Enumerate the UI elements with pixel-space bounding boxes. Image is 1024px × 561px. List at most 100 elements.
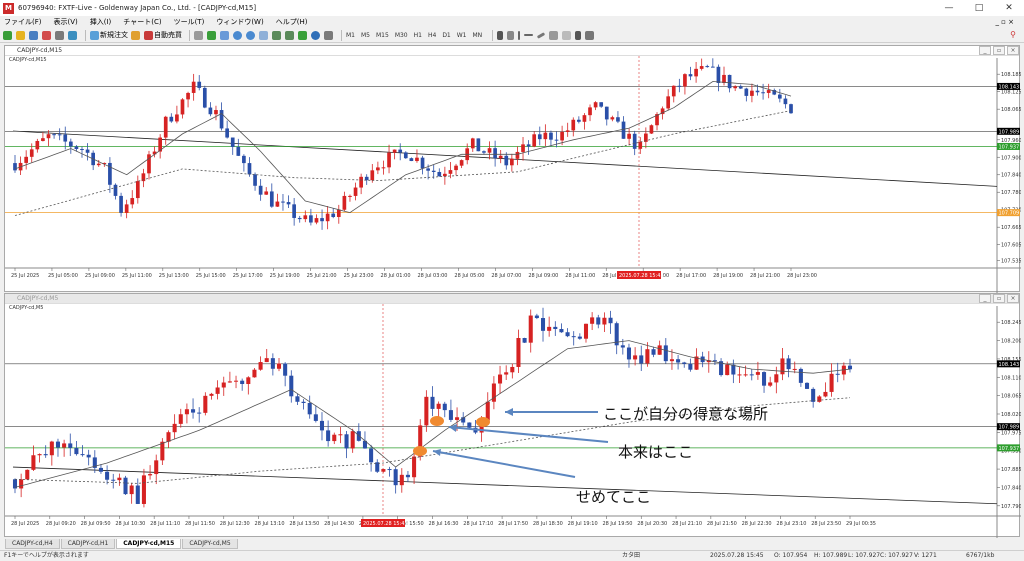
candle-body [29,149,34,157]
search-icon[interactable]: ⚲ [1006,30,1020,41]
new-order-icon [90,30,99,40]
timeframe-m30[interactable]: M30 [395,29,408,41]
candle-body [203,395,208,413]
candle-body [276,363,282,369]
timeframe-m15[interactable]: M15 [376,29,389,41]
candle-body [688,363,693,370]
timeframe-h1[interactable]: H1 [414,29,422,41]
market-watch-icon [29,30,38,40]
tile-button[interactable] [259,29,269,41]
timeframe-w1[interactable]: W1 [457,29,467,41]
profiles-button[interactable] [16,29,26,41]
chart-shift-icon [272,30,281,40]
trendline-tool[interactable] [536,29,546,41]
new-order-button[interactable]: 新規注文 [90,29,128,41]
candle-body [154,460,159,475]
candle-body [669,359,674,362]
minimize-button[interactable]: — [934,0,964,16]
time-tick-label: 25 Jul 2025 [11,273,39,279]
timeframe-m5[interactable]: M5 [361,29,370,41]
channel-tool[interactable] [549,29,559,41]
vertical-line-tool[interactable] [518,29,521,41]
text-tool-icon [575,30,582,40]
chart-window-m15[interactable]: CADJPY-cd,M15 _ ▫ × 108.185 108.125 108.06… [4,45,1021,293]
tester-button[interactable] [68,29,78,41]
menu-window[interactable]: ウィンドウ(W) [216,17,263,27]
zoom-out-button[interactable] [246,29,256,41]
time-tick-label: 28 Jul 23:10 [776,521,806,527]
horizontal-line-tool[interactable] [524,29,534,41]
candle-body [52,134,56,136]
candle-body [467,422,472,428]
fibonacci-tool[interactable] [562,29,572,41]
templates-button[interactable] [324,29,334,41]
candle-body [117,477,122,481]
candle-body [221,382,226,388]
candle-body [498,155,503,159]
candle-body [307,402,312,415]
time-tick-label: 25 Jul 23:00 [344,273,374,279]
candle-body [593,102,598,108]
tab-cadjpy-h4[interactable]: CADJPY-cd,H4 [5,538,60,549]
periods-button[interactable] [311,29,321,41]
time-tick-label: 28 Jul 23:50 [811,521,841,527]
auto-trade-button[interactable]: 自動売買 [144,29,182,41]
candle-body [415,157,419,162]
text-tool[interactable] [575,29,582,41]
candle-body [608,317,613,324]
candle-body [292,204,296,218]
candle-body [510,366,515,373]
candle-body [620,345,625,348]
candle-body [163,116,168,138]
tab-cadjpy-m5[interactable]: CADJPY-cd,M5 [182,538,238,549]
candle-body [41,138,45,141]
candle-body [105,471,110,480]
navigator-button[interactable] [42,29,52,41]
line-chart-button[interactable] [220,29,230,41]
timeframe-m1[interactable]: M1 [346,29,355,41]
price-chart-m15[interactable]: 108.185 108.125 108.065 107.960 107.900 107.8… [5,46,1021,293]
tab-cadjpy-m15[interactable]: CADJPY-cd,M15 [116,538,182,549]
cursor-time-label: 2025.07.28 15:45 [363,521,408,527]
tab-cadjpy-h1[interactable]: CADJPY-cd,H1 [60,538,116,549]
price-chart-m5[interactable]: 108.245108.200108.155108.110108.065108.0… [5,294,1021,538]
menu-help[interactable]: ヘルプ(H) [276,17,308,27]
timeframe-d1[interactable]: D1 [442,29,450,41]
close-button[interactable]: ✕ [994,0,1024,16]
horizontal-line-icon [524,34,534,36]
child-window-controls[interactable]: _ ▫ × [995,18,1014,26]
menu-chart[interactable]: チャート(C) [123,17,161,27]
candle-body [236,146,241,156]
candle-chart-button[interactable] [207,29,217,41]
maximize-button[interactable]: □ [964,0,994,16]
menu-tools[interactable]: ツール(T) [174,17,205,27]
zoom-out-icon [246,30,255,40]
zoom-in-button[interactable] [233,29,243,41]
crosshair-tool[interactable] [507,29,515,41]
candlestick-icon [207,30,216,40]
cursor-tool[interactable] [497,29,504,41]
indicators-button[interactable] [298,29,308,41]
arrows-tool[interactable] [585,29,595,41]
meta-editor-button[interactable] [131,29,141,41]
timeframe-h4[interactable]: H4 [428,29,436,41]
candle-body [350,431,355,449]
candle-body [387,469,392,471]
time-tick-label: 28 Jul 11:10 [150,521,180,527]
terminal-button[interactable] [55,29,65,41]
candle-body [493,148,497,159]
bar-chart-button[interactable] [194,29,204,41]
candle-body [376,167,380,171]
autoscroll-button[interactable] [285,29,295,41]
menu-file[interactable]: ファイル(F) [4,17,42,27]
menu-insert[interactable]: 挿入(I) [90,17,112,27]
status-close: C: 107.927 [880,552,913,559]
market-watch-button[interactable] [29,29,39,41]
chart-window-m5[interactable]: CADJPY-cd,M5 _ ▫ × 108.245 108.200 108.155… [4,293,1021,538]
new-chart-button[interactable] [3,29,13,41]
timeframe-mn[interactable]: MN [473,29,483,41]
menu-view[interactable]: 表示(V) [54,17,78,27]
price-tick-label: 107.960 [1001,138,1021,144]
time-tick-label: 28 Jul 19:50 [602,521,632,527]
shift-button[interactable] [272,29,282,41]
